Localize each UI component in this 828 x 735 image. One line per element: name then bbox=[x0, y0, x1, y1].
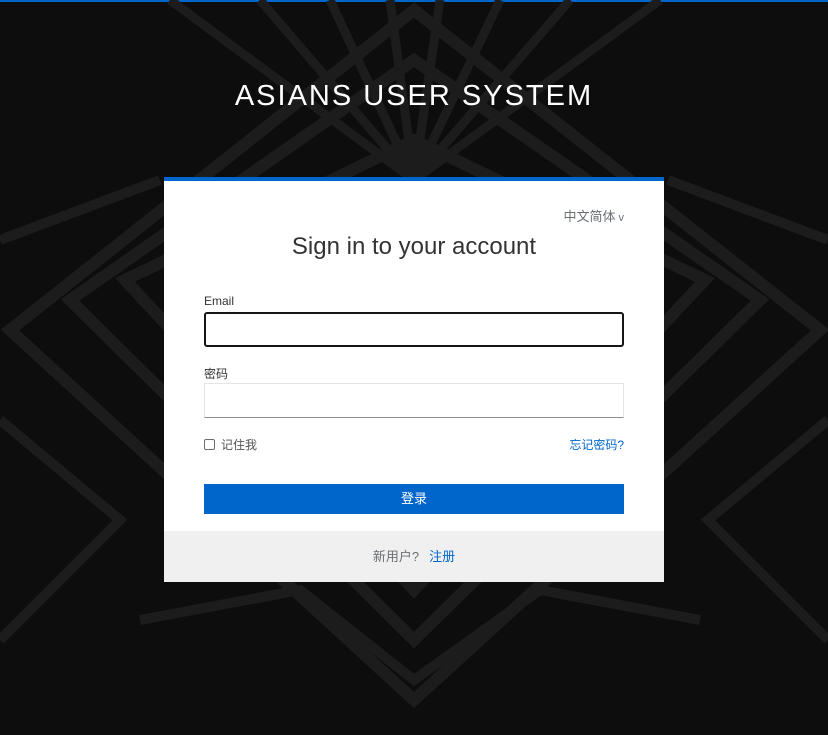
app-title: ASIANS USER SYSTEM bbox=[234, 80, 594, 112]
forgot-password-link[interactable]: 忘记密码? bbox=[569, 436, 624, 453]
remember-me-label: 记住我 bbox=[221, 438, 258, 452]
register-link[interactable]: 注册 bbox=[429, 549, 455, 564]
email-field[interactable] bbox=[204, 312, 624, 347]
chevron-down-icon: v bbox=[618, 212, 625, 224]
login-button[interactable]: 登录 bbox=[204, 484, 624, 514]
remember-me[interactable]: 记住我 bbox=[204, 436, 257, 453]
page-title: Sign in to your account bbox=[291, 233, 537, 260]
register-footer: 新用户? 注册 bbox=[164, 531, 664, 582]
new-user-text: 新用户? bbox=[372, 549, 420, 564]
password-field[interactable] bbox=[204, 383, 624, 418]
email-label: Email bbox=[204, 294, 235, 308]
language-label: 中文简体 bbox=[563, 209, 616, 224]
password-label: 密码 bbox=[204, 367, 229, 381]
language-selector[interactable]: 中文简体 v bbox=[563, 206, 624, 225]
remember-me-checkbox[interactable] bbox=[204, 439, 215, 450]
login-card: 中文简体 v Sign in to your account Email 密码 记… bbox=[164, 177, 664, 582]
